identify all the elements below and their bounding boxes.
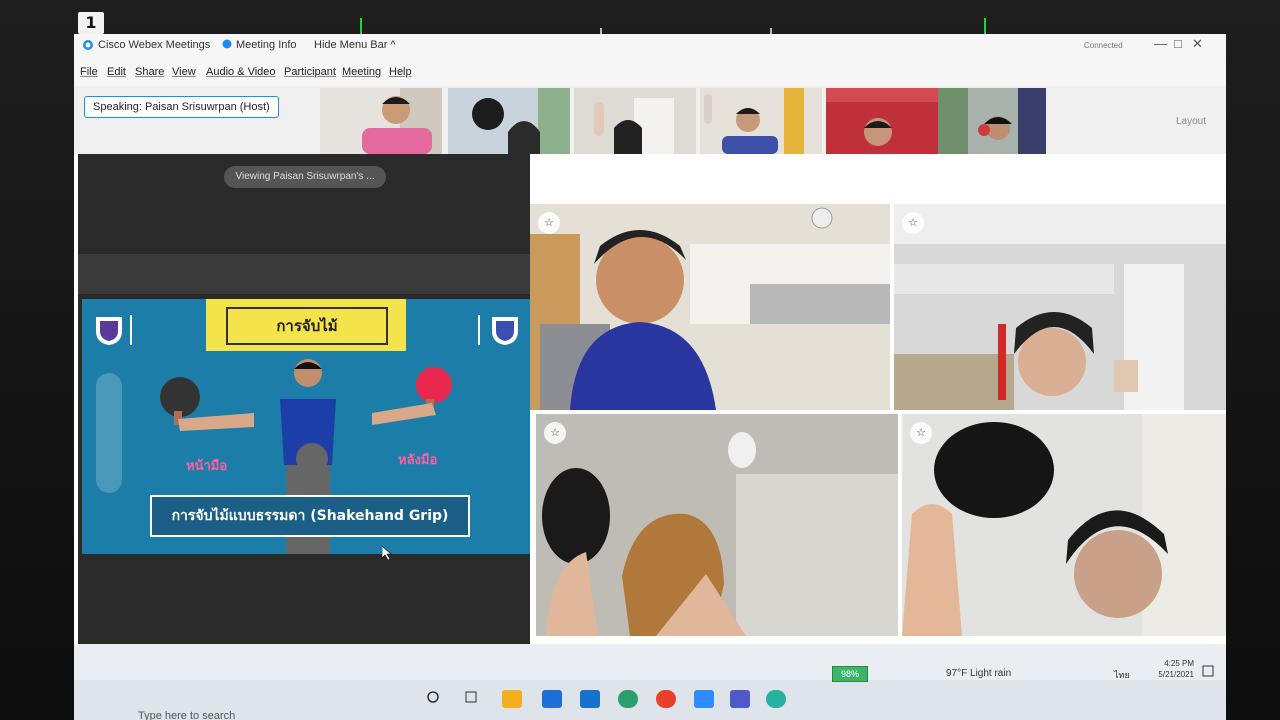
menu-help[interactable]: Help bbox=[389, 66, 412, 78]
webex-taskbar-icon[interactable] bbox=[766, 690, 786, 708]
backhand-paddle-illustration bbox=[372, 365, 462, 430]
task-view-icon[interactable] bbox=[426, 690, 446, 708]
video-tile[interactable]: ☆ bbox=[536, 414, 898, 636]
menu-share[interactable]: Share bbox=[135, 66, 164, 78]
slide-divider bbox=[478, 315, 480, 345]
menu-file[interactable]: File bbox=[80, 66, 98, 78]
slide-divider bbox=[130, 315, 132, 345]
shared-slide: การจับไม้ หน้ามือ หลังมือ การจับไม้แบบธร… bbox=[82, 299, 530, 554]
pin-icon[interactable]: ☆ bbox=[902, 212, 924, 234]
menu-view[interactable]: View bbox=[172, 66, 196, 78]
taskbar-band bbox=[74, 680, 1226, 720]
pin-icon[interactable]: ☆ bbox=[544, 422, 566, 444]
chrome-icon[interactable] bbox=[656, 690, 676, 708]
menu-audio-video[interactable]: Audio & Video bbox=[206, 66, 276, 78]
monitor-number-left: 1 bbox=[78, 12, 104, 34]
zoom-icon[interactable] bbox=[694, 690, 714, 708]
slide-label-backhand: หลังมือ bbox=[398, 453, 438, 468]
clock-time: 4:25 PM bbox=[1164, 659, 1194, 668]
taskbar-search[interactable]: Type here to search bbox=[138, 710, 235, 720]
shared-content-pane: Viewing Paisan Srisuwrpan's ... การจับไม… bbox=[78, 154, 530, 720]
pin-icon[interactable]: ☆ bbox=[910, 422, 932, 444]
video-grid: ☆ ☆ ☆ ☆ bbox=[530, 204, 1226, 644]
participant-thumbnail[interactable] bbox=[700, 88, 822, 154]
app-title: Cisco Webex Meetings bbox=[98, 39, 211, 51]
participant-strip: Speaking: Paisan Srisuwrpan (Host) Layou… bbox=[74, 86, 1226, 154]
slide-caption: การจับไม้แบบธรรมดา (Shakehand Grip) bbox=[150, 495, 470, 537]
slide-title: การจับไม้ bbox=[226, 307, 388, 345]
meeting-info-button[interactable]: Meeting Info bbox=[236, 39, 297, 51]
maximize-button[interactable]: □ bbox=[1174, 36, 1182, 51]
layout-button[interactable]: Layout bbox=[1176, 116, 1206, 127]
battery-indicator[interactable]: 98% bbox=[832, 666, 868, 682]
share-backdrop bbox=[78, 254, 530, 294]
video-tile[interactable]: ☆ bbox=[894, 204, 1226, 410]
participant-thumbnail[interactable] bbox=[574, 88, 696, 154]
notification-icon[interactable] bbox=[1202, 664, 1214, 682]
mail-icon[interactable] bbox=[542, 690, 562, 708]
slide-toolbar[interactable] bbox=[96, 373, 122, 498]
menu-meeting[interactable]: Meeting bbox=[342, 66, 381, 78]
system-clock[interactable]: 4:25 PM 5/21/2021 bbox=[1148, 658, 1194, 680]
slide-title-box: การจับไม้ bbox=[206, 299, 406, 351]
line-app-icon[interactable] bbox=[580, 690, 600, 708]
participant-thumbnail[interactable] bbox=[826, 88, 948, 154]
browser-icon[interactable] bbox=[618, 690, 638, 708]
windows-taskbar: Type here to search 98% 97°F Light rain … bbox=[74, 644, 1226, 720]
participant-thumbnail[interactable] bbox=[448, 88, 570, 154]
file-explorer-icon[interactable] bbox=[502, 690, 522, 708]
close-button[interactable]: ✕ bbox=[1192, 36, 1203, 52]
school-logo-icon bbox=[488, 313, 522, 352]
slide-label-forehand: หน้ามือ bbox=[186, 459, 228, 474]
webex-logo-icon bbox=[82, 39, 94, 54]
pin-icon[interactable]: ☆ bbox=[538, 212, 560, 234]
connection-status: Connected bbox=[1084, 41, 1123, 50]
webex-window: Cisco Webex Meetings Meeting Info Hide M… bbox=[74, 34, 1226, 720]
speaking-indicator: Speaking: Paisan Srisuwrpan (Host) bbox=[84, 96, 279, 118]
forehand-paddle-illustration bbox=[158, 375, 258, 440]
weather-widget[interactable]: 97°F Light rain bbox=[946, 668, 1011, 679]
teams-icon[interactable] bbox=[730, 690, 750, 708]
menu-bar: File Edit Share View Audio & Video Parti… bbox=[74, 58, 1226, 86]
participant-thumbnail[interactable] bbox=[938, 88, 1046, 154]
video-tile[interactable]: ☆ bbox=[530, 204, 890, 410]
menu-participant[interactable]: Participant bbox=[284, 66, 336, 78]
minimize-button[interactable]: — bbox=[1154, 36, 1167, 51]
title-bar: Cisco Webex Meetings Meeting Info Hide M… bbox=[74, 34, 1226, 58]
university-logo-icon bbox=[92, 313, 126, 352]
mouse-cursor-icon bbox=[381, 545, 392, 565]
menu-edit[interactable]: Edit bbox=[107, 66, 126, 78]
participant-thumbnail[interactable] bbox=[320, 88, 442, 154]
viewing-indicator: Viewing Paisan Srisuwrpan's ... bbox=[224, 166, 386, 188]
clock-date: 5/21/2021 bbox=[1158, 670, 1194, 679]
language-indicator[interactable]: ไทย bbox=[1114, 668, 1130, 682]
video-tile[interactable]: ☆ bbox=[902, 414, 1226, 636]
widgets-icon[interactable] bbox=[464, 690, 484, 708]
meeting-info-icon[interactable] bbox=[222, 39, 232, 52]
hide-menu-bar-button[interactable]: Hide Menu Bar ^ bbox=[314, 39, 396, 51]
